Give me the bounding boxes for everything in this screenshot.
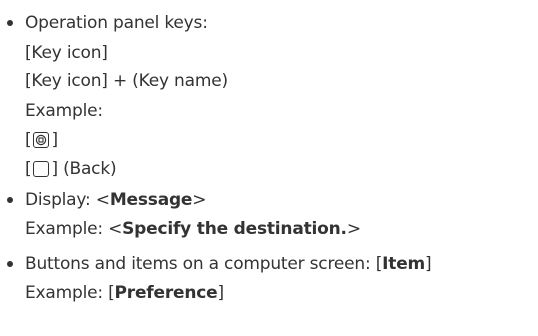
example-line: Example: [Preference] xyxy=(25,283,224,303)
buttons-prefix: Buttons and items on a computer screen: … xyxy=(25,254,383,274)
bullet-text: Buttons and items on a computer screen: … xyxy=(25,254,432,274)
message-bold: Message xyxy=(109,190,193,210)
example-line: Example: <Specify the destination.> xyxy=(25,219,361,239)
back-key-label: ] (Back) xyxy=(51,159,117,179)
display-prefix: Display: < xyxy=(25,190,110,210)
buttons-suffix: ] xyxy=(425,254,432,274)
document-body: Operation panel keys: [Key icon] [Key ic… xyxy=(0,0,538,336)
bullet-dot xyxy=(7,197,13,203)
example-suffix: > xyxy=(346,219,361,239)
key-format-line: [Key icon] xyxy=(25,43,108,63)
example-label: Example: xyxy=(25,101,103,121)
bracket-open: [ xyxy=(25,159,32,179)
stop-icon xyxy=(33,132,50,148)
back-key-icon xyxy=(33,161,50,177)
key-format-line: [Key icon] + (Key name) xyxy=(25,71,228,91)
example-prefix: Example: [ xyxy=(25,283,115,303)
bracket-open: [ xyxy=(25,130,32,150)
bullet-dot xyxy=(7,20,13,26)
bullet-text: Display: <Message> xyxy=(25,190,207,210)
example-bold: Specify the destination. xyxy=(122,219,347,239)
example-back-key: [ ] (Back) xyxy=(25,159,117,179)
example-suffix: ] xyxy=(217,283,224,303)
example-bold: Preference xyxy=(114,283,218,303)
example-stop-key: [ ] xyxy=(25,130,58,150)
example-prefix: Example: < xyxy=(25,219,123,239)
bracket-close: ] xyxy=(51,130,58,150)
item-bold: Item xyxy=(382,254,426,274)
bullet-dot xyxy=(7,261,13,267)
display-suffix: > xyxy=(192,190,207,210)
bullet-text: Operation panel keys: xyxy=(25,13,208,33)
